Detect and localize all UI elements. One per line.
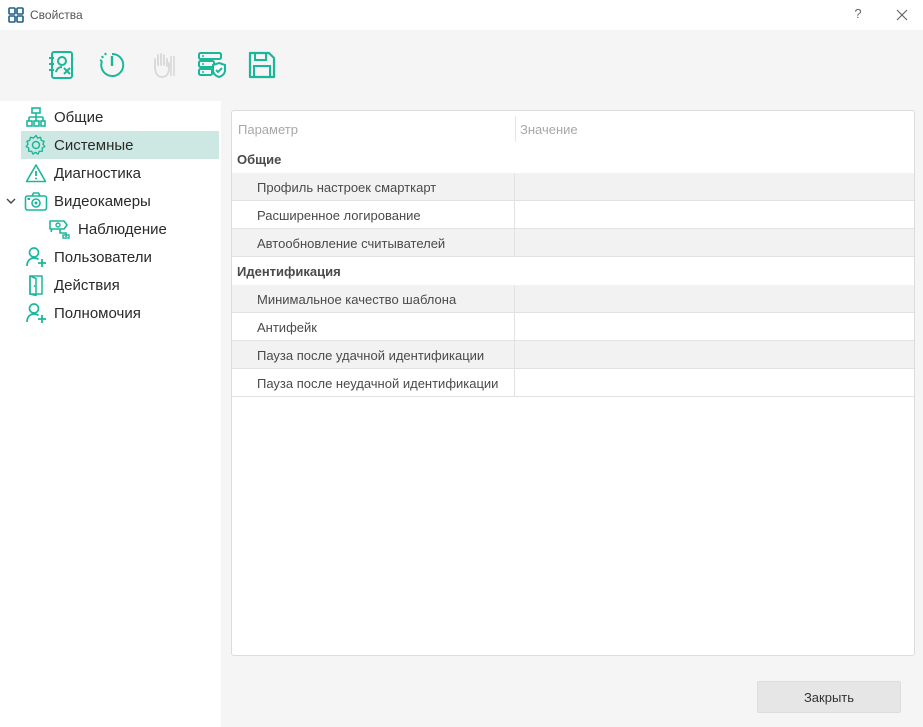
user-add-icon bbox=[24, 302, 48, 324]
tree-item-surveillance[interactable]: Наблюдение bbox=[45, 215, 219, 243]
tree-item-general[interactable]: Общие bbox=[21, 103, 219, 131]
chevron-down-icon[interactable] bbox=[4, 194, 18, 208]
tree-item-label: Наблюдение bbox=[78, 220, 167, 238]
save-button[interactable] bbox=[247, 50, 277, 80]
cell-separator bbox=[514, 285, 515, 312]
group-identification[interactable]: Идентификация bbox=[232, 257, 914, 285]
tree-item-actions[interactable]: Действия bbox=[21, 271, 219, 299]
gear-icon bbox=[24, 134, 48, 156]
group-general[interactable]: Общие bbox=[232, 145, 914, 173]
toolbar bbox=[0, 30, 923, 101]
power-timer-button[interactable] bbox=[97, 50, 127, 80]
tree-item-label: Полномочия bbox=[54, 304, 141, 322]
row-name: Минимальное качество шаблона bbox=[257, 292, 457, 307]
column-header-parameter[interactable]: Параметр bbox=[238, 122, 298, 137]
app-logo-icon bbox=[8, 7, 24, 23]
camera-icon bbox=[24, 190, 48, 212]
tree-item-label: Общие bbox=[54, 108, 104, 126]
server-shield-button[interactable] bbox=[197, 50, 227, 80]
row-name: Пауза после неудачной идентификации bbox=[257, 376, 499, 391]
grid-row[interactable]: Минимальное качество шаблона bbox=[232, 285, 914, 313]
cctv-icon bbox=[48, 218, 72, 240]
cell-separator bbox=[514, 369, 515, 396]
warning-icon bbox=[24, 162, 48, 184]
cell-separator bbox=[514, 313, 515, 340]
content-panel: Параметр Значение Общие Профиль настроек… bbox=[221, 101, 923, 727]
close-icon[interactable] bbox=[893, 6, 911, 24]
row-name: Антифейк bbox=[257, 320, 317, 335]
server-shield-icon bbox=[198, 52, 226, 79]
tree-item-label: Видеокамеры bbox=[54, 192, 151, 210]
grid-row[interactable]: Антифейк bbox=[232, 313, 914, 341]
tree-item-diagnostics[interactable]: Диагностика bbox=[21, 159, 219, 187]
title-bar: Свойства ? bbox=[0, 0, 923, 30]
tree-item-label: Системные bbox=[54, 136, 134, 154]
window-title: Свойства bbox=[30, 8, 83, 22]
grid-row[interactable]: Пауза после удачной идентификации bbox=[232, 341, 914, 369]
row-name: Профиль настроек смарткарт bbox=[257, 180, 437, 195]
close-button[interactable]: Закрыть bbox=[757, 681, 901, 713]
help-button[interactable]: ? bbox=[850, 6, 866, 24]
save-icon bbox=[248, 51, 276, 79]
user-add-icon bbox=[24, 246, 48, 268]
hand-stop-button[interactable] bbox=[147, 50, 177, 80]
hierarchy-icon bbox=[24, 106, 48, 128]
row-name: Расширенное логирование bbox=[257, 208, 421, 223]
cell-separator bbox=[514, 201, 515, 228]
tree-item-label: Диагностика bbox=[54, 164, 141, 182]
cell-separator bbox=[514, 341, 515, 368]
power-timer-icon bbox=[99, 52, 125, 77]
tree-item-system[interactable]: Системные bbox=[21, 131, 219, 159]
tree-item-cameras[interactable]: Видеокамеры bbox=[21, 187, 219, 215]
row-name: Автообновление считывателей bbox=[257, 236, 446, 251]
tree-item-users[interactable]: Пользователи bbox=[21, 243, 219, 271]
grid-header: Параметр Значение bbox=[232, 111, 914, 145]
contact-book-remove-icon bbox=[49, 51, 73, 79]
hand-stop-icon bbox=[154, 53, 175, 78]
tree-item-label: Пользователи bbox=[54, 248, 152, 266]
cell-separator bbox=[514, 173, 515, 200]
cell-separator bbox=[514, 229, 515, 256]
grid-row[interactable]: Автообновление считывателей bbox=[232, 229, 914, 257]
grid-row[interactable]: Расширенное логирование bbox=[232, 201, 914, 229]
tree-item-permissions[interactable]: Полномочия bbox=[21, 299, 219, 327]
column-separator[interactable] bbox=[515, 116, 516, 142]
door-icon bbox=[24, 274, 48, 296]
row-name: Пауза после удачной идентификации bbox=[257, 348, 485, 363]
settings-tree: Общие Системные Диагностика Видеокамеры … bbox=[0, 101, 221, 727]
grid-row[interactable]: Пауза после неудачной идентификации bbox=[232, 369, 914, 397]
grid-row[interactable]: Профиль настроек смарткарт bbox=[232, 173, 914, 201]
column-header-value[interactable]: Значение bbox=[520, 122, 578, 137]
contact-book-remove-button[interactable] bbox=[47, 50, 77, 80]
tree-item-label: Действия bbox=[54, 276, 120, 294]
property-grid: Параметр Значение Общие Профиль настроек… bbox=[231, 110, 915, 656]
